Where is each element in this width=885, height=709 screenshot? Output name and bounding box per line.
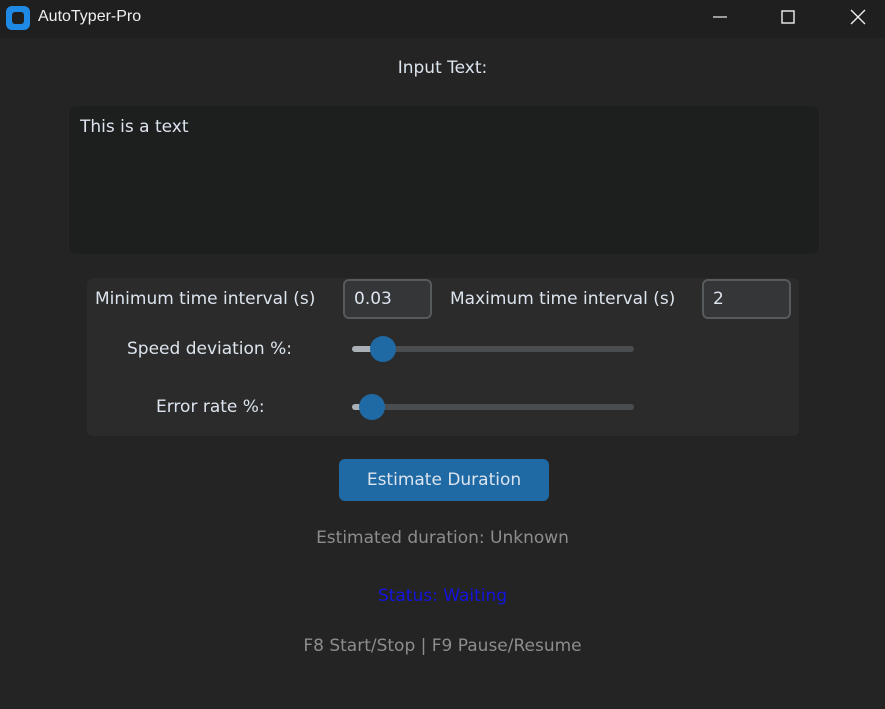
maximize-icon xyxy=(781,10,795,24)
status-text: Status: Waiting xyxy=(377,586,508,606)
min-interval-field[interactable]: 0.03 xyxy=(343,279,432,319)
minimize-icon xyxy=(713,16,727,18)
close-button[interactable] xyxy=(835,0,881,34)
error-rate-slider-handle[interactable] xyxy=(359,394,385,420)
window-title: AutoTyper-Pro xyxy=(38,8,142,25)
title-bar[interactable]: AutoTyper-Pro xyxy=(0,0,885,38)
error-rate-label: Error rate %: xyxy=(156,397,265,417)
estimate-duration-button[interactable]: Estimate Duration xyxy=(339,459,549,501)
close-icon xyxy=(850,9,866,25)
error-rate-slider[interactable] xyxy=(352,394,634,420)
hotkeys-text: F8 Start/Stop | F9 Pause/Resume xyxy=(303,636,582,656)
app-icon xyxy=(6,6,30,30)
input-textbox[interactable]: This is a text xyxy=(69,106,819,254)
minimize-button[interactable] xyxy=(697,0,743,34)
max-interval-field[interactable]: 2 xyxy=(702,279,791,319)
maximize-button[interactable] xyxy=(765,0,811,34)
min-interval-label: Minimum time interval (s) xyxy=(95,289,316,309)
speed-deviation-slider[interactable] xyxy=(352,336,634,362)
app-window: AutoTyper-Pro Input Text: This is a text… xyxy=(0,0,885,709)
max-interval-label: Maximum time interval (s) xyxy=(450,289,676,309)
speed-deviation-slider-handle[interactable] xyxy=(370,336,396,362)
input-text-label: Input Text: xyxy=(397,58,488,78)
estimated-duration-text: Estimated duration: Unknown xyxy=(316,528,569,548)
speed-deviation-label: Speed deviation %: xyxy=(127,339,292,359)
